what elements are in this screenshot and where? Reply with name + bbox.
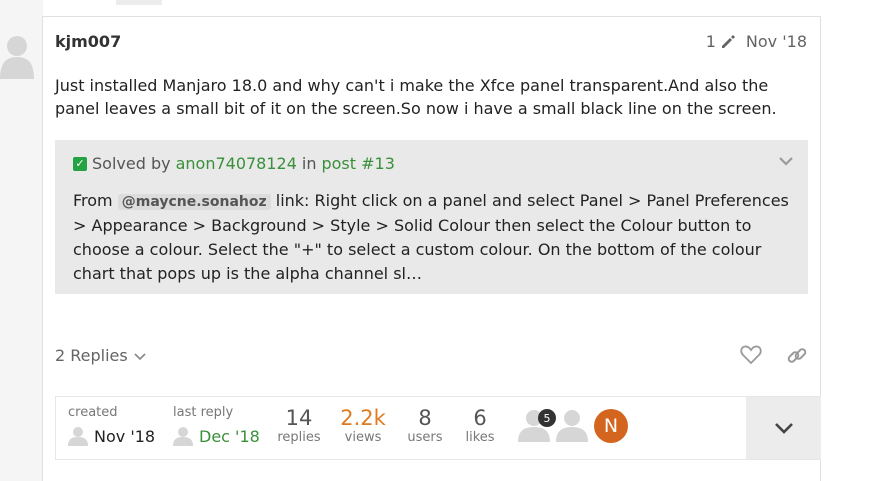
last-reply-date[interactable]: Dec '18 [199, 427, 260, 446]
post-body: Just installed Manjaro 18.0 and why can'… [55, 76, 777, 118]
topic-map: created Nov '18 last reply Dec '18 14 re… [55, 396, 821, 460]
edit-count: 1 [705, 32, 716, 51]
post-top-border [42, 16, 820, 17]
user-avatar-icon[interactable] [0, 35, 36, 79]
user-avatar-icon[interactable] [556, 408, 590, 444]
stat-label: views [344, 430, 382, 445]
avatar[interactable]: N [594, 409, 628, 443]
stat-views: 2.2k views [340, 406, 386, 445]
pencil-icon [721, 34, 735, 48]
user-avatar-icon [68, 427, 88, 446]
user-mention[interactable]: @maycne.sonahoz [117, 194, 271, 210]
heart-icon[interactable] [740, 345, 762, 369]
chevron-down-icon[interactable] [778, 152, 794, 171]
post-left-border [42, 17, 43, 481]
solved-in-text: in [301, 154, 317, 173]
solved-user-link[interactable]: anon74078124 [176, 154, 297, 173]
link-icon[interactable] [786, 345, 808, 371]
post-username[interactable]: kjm007 [55, 32, 121, 51]
chevron-down-icon [134, 352, 146, 360]
solved-post-link[interactable]: post #13 [321, 154, 394, 173]
replies-label: 2 Replies [55, 346, 128, 365]
topic-map-expand-button[interactable] [746, 397, 821, 459]
replies-toggle-button[interactable]: 2 Replies [55, 346, 146, 365]
user-avatar-icon [173, 427, 193, 446]
excerpt-intro: From [73, 191, 113, 210]
checkbox-check-icon: ✓ [73, 156, 87, 171]
solved-prefix: Solved by [92, 154, 171, 173]
solved-header: ✓ Solved by anon74078124 in post #13 [73, 154, 395, 173]
chevron-down-icon [774, 423, 793, 434]
participant-count-badge: 5 [538, 409, 556, 427]
stat-number: 6 [473, 406, 487, 430]
top-tab-fragment [116, 0, 162, 5]
stat-label: users [407, 430, 443, 445]
solved-excerpt: From @maycne.sonahoz link: Right click o… [73, 189, 798, 286]
post-meta: 1 Nov '18 [706, 32, 807, 51]
created-date[interactable]: Nov '18 [94, 427, 155, 446]
stat-replies: 14 replies [276, 406, 322, 445]
stat-label: likes [465, 430, 495, 445]
post-date[interactable]: Nov '18 [746, 32, 807, 51]
stat-likes: 6 likes [460, 406, 500, 445]
stat-number: 2.2k [340, 406, 386, 430]
created-meta: created Nov '18 [68, 405, 155, 446]
created-label: created [68, 405, 118, 420]
last-reply-meta: last reply Dec '18 [173, 405, 260, 446]
stat-label: replies [277, 430, 321, 445]
last-reply-label: last reply [173, 405, 234, 420]
solved-quote-box: ✓ Solved by anon74078124 in post #13 Fro… [55, 140, 808, 294]
stat-number: 8 [418, 406, 432, 430]
stat-number: 14 [285, 406, 313, 430]
stat-users: 8 users [403, 406, 447, 445]
edit-history-button[interactable]: 1 [706, 32, 736, 51]
